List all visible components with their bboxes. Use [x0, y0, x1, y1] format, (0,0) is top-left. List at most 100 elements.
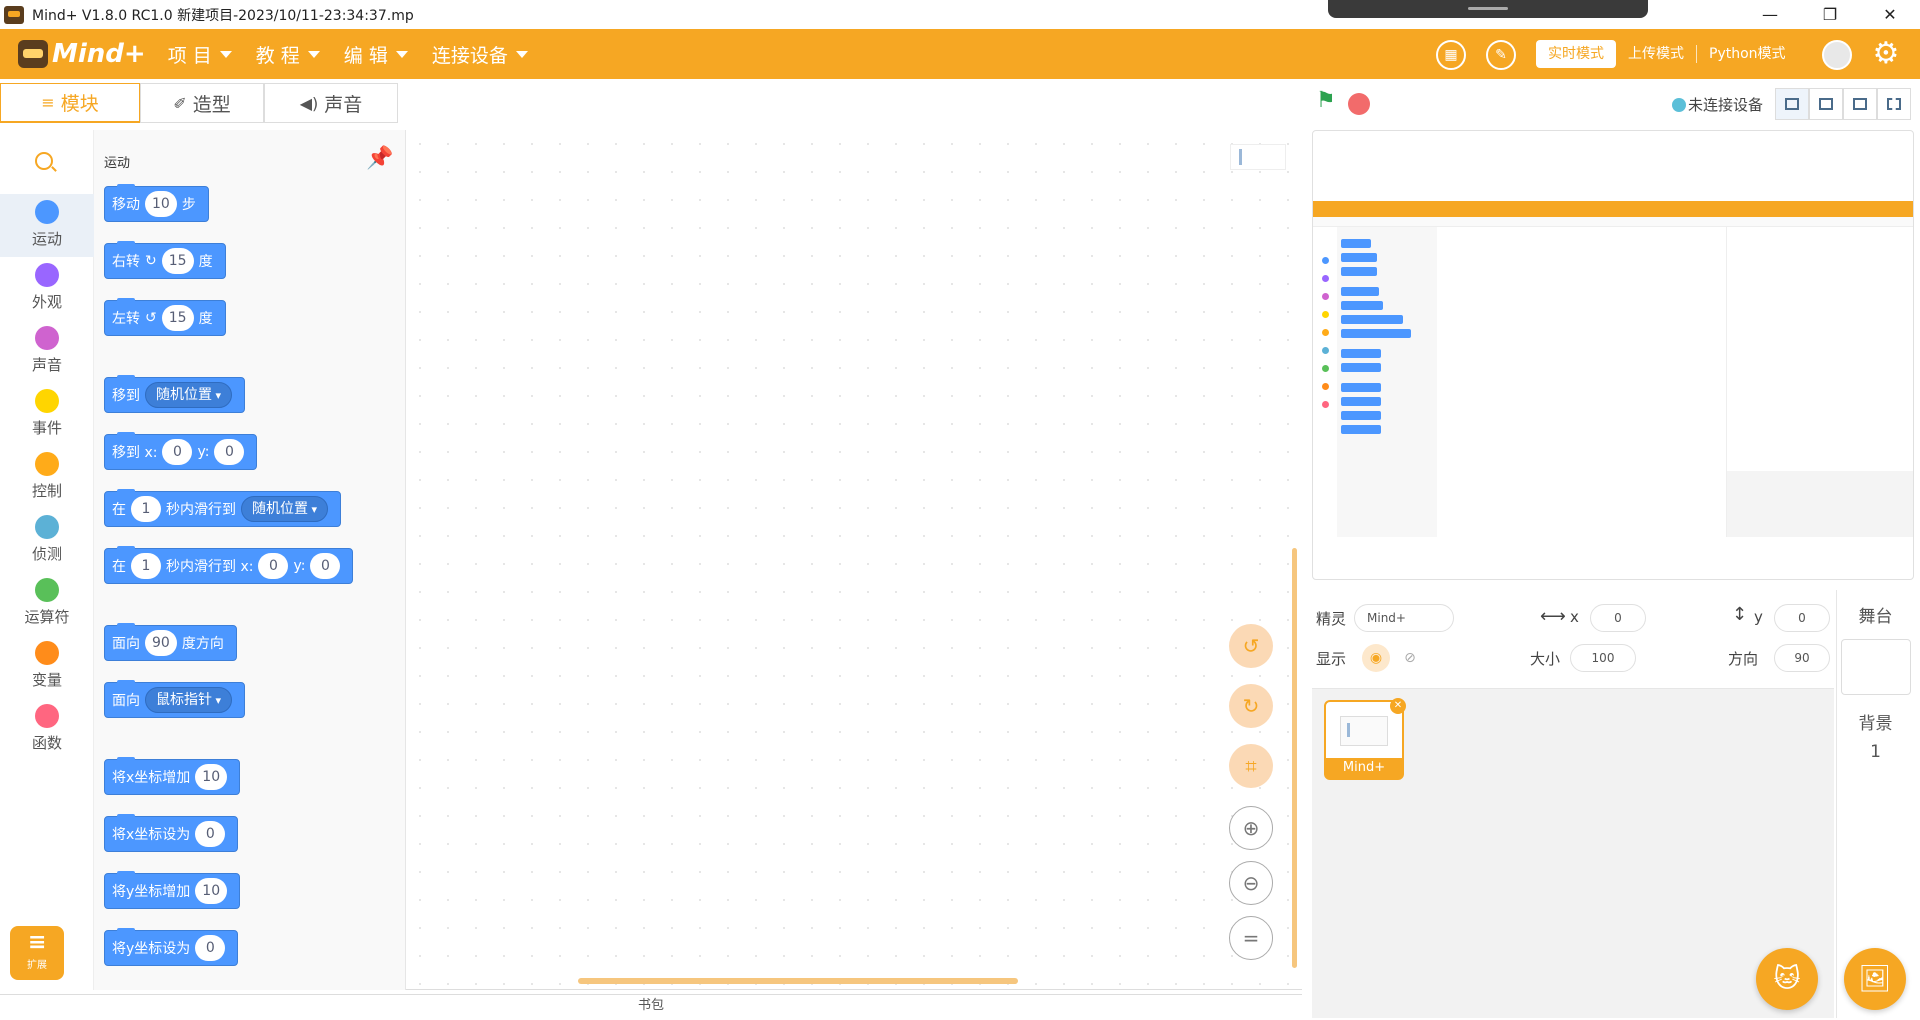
size-input[interactable]: 100	[1570, 644, 1636, 672]
gear-icon[interactable]: ⚙	[1870, 38, 1902, 70]
number-input[interactable]: 90	[145, 630, 177, 656]
mindplus-logo[interactable]: Mind+	[18, 39, 146, 69]
menu-project[interactable]: 项 目	[168, 41, 232, 68]
number-input[interactable]: 0	[162, 439, 193, 465]
category-sound[interactable]: 声音	[0, 320, 94, 383]
undo-icon[interactable]: ↺	[1229, 624, 1273, 668]
block-go-to[interactable]: 移到 随机位置	[104, 375, 246, 413]
category-functions[interactable]: 函数	[0, 698, 94, 761]
add-backdrop-icon[interactable]: 🖼	[1844, 948, 1906, 1010]
stage-canvas[interactable]	[1312, 130, 1914, 580]
close-button[interactable]: ✕	[1860, 0, 1920, 29]
number-input[interactable]: 15	[161, 305, 194, 331]
stage-thumbnail[interactable]	[1840, 639, 1911, 695]
number-input[interactable]: 10	[195, 764, 228, 790]
menu-connect-device[interactable]: 连接设备	[432, 41, 528, 68]
app-icon	[4, 5, 24, 24]
mode-realtime[interactable]: 实时模式	[1536, 40, 1616, 68]
zoom-out-icon[interactable]: ⊖	[1229, 861, 1273, 905]
number-input[interactable]: 0	[310, 553, 341, 579]
layout-hide-stage-button[interactable]	[1843, 88, 1877, 120]
feedback-icon[interactable]: ✎	[1486, 40, 1516, 70]
block-label: 秒内滑行到 x:	[166, 559, 254, 575]
number-input[interactable]: 0	[214, 439, 245, 465]
direction-input[interactable]: 90	[1774, 644, 1830, 672]
community-icon[interactable]: ▦	[1436, 40, 1466, 70]
block-turn-left[interactable]: 左转 ↺ 15 度	[104, 298, 226, 336]
number-input[interactable]: 0	[195, 935, 226, 961]
category-control[interactable]: 控制	[0, 446, 94, 509]
pin-icon[interactable]: 📌	[366, 146, 393, 171]
layout-small-stage-button[interactable]	[1809, 88, 1843, 120]
sprite-name-input[interactable]: Mind+	[1354, 604, 1454, 632]
block-go-to-xy[interactable]: 移到 x: 0 y: 0	[104, 432, 258, 470]
target-dropdown[interactable]: 随机位置	[145, 382, 233, 408]
minimize-button[interactable]: —	[1740, 0, 1800, 29]
mode-python[interactable]: Python模式	[1697, 40, 1798, 68]
block-set-x[interactable]: 将x坐标设为 0	[104, 814, 239, 852]
fullscreen-button[interactable]	[1877, 88, 1911, 120]
search-icon[interactable]	[35, 152, 53, 170]
backdrop-label: 背景	[1858, 714, 1893, 734]
menu-tutorial[interactable]: 教 程	[256, 41, 320, 68]
zoom-in-icon[interactable]: ⊕	[1229, 806, 1273, 850]
extension-button[interactable]: 扩展	[10, 926, 64, 980]
zoom-reset-icon[interactable]: =	[1229, 916, 1273, 960]
stage-content-dot	[1322, 275, 1329, 282]
mode-upload[interactable]: 上传模式	[1616, 40, 1696, 68]
connection-status[interactable]: 未连接设备	[1672, 94, 1763, 115]
menu-edit[interactable]: 编 辑	[344, 41, 408, 68]
delete-icon[interactable]: ✕	[1390, 698, 1406, 714]
block-point-towards[interactable]: 面向 鼠标指针	[104, 680, 246, 718]
category-sensing[interactable]: 侦测	[0, 509, 94, 572]
sprite-card[interactable]: ✕ Mind+	[1324, 698, 1406, 780]
y-input[interactable]: 0	[1774, 604, 1830, 632]
show-eye-icon[interactable]: ◉	[1362, 644, 1390, 672]
x-input[interactable]: 0	[1590, 604, 1646, 632]
workspace-minimap[interactable]	[1230, 144, 1286, 170]
tab-blocks[interactable]: ≡ 模块	[0, 83, 140, 123]
block-turn-right[interactable]: 右转 ↻ 15 度	[104, 241, 226, 279]
target-dropdown[interactable]: 随机位置	[241, 496, 329, 522]
category-menu: 运动 外观 声音 事件 控制 侦测 运算符 变量 函数	[0, 130, 94, 990]
number-input[interactable]: 0	[258, 553, 289, 579]
category-looks[interactable]: 外观	[0, 257, 94, 320]
tab-costumes[interactable]: ✐ 造型	[140, 83, 264, 123]
block-point-direction[interactable]: 面向 90 度方向	[104, 623, 237, 661]
category-operators[interactable]: 运算符	[0, 572, 94, 635]
number-input[interactable]: 0	[195, 821, 226, 847]
user-avatar[interactable]	[1822, 40, 1852, 70]
block-change-x[interactable]: 将x坐标增加 10	[104, 757, 241, 795]
tab-sounds[interactable]: ◀) 声音	[264, 83, 398, 123]
backpack-bar[interactable]: 书包	[0, 994, 1302, 1020]
vertical-scrollbar[interactable]	[1292, 548, 1297, 968]
number-input[interactable]: 1	[131, 553, 161, 579]
block-glide-to-xy[interactable]: 在 1 秒内滑行到 x: 0 y: 0	[104, 546, 354, 584]
hide-eye-icon[interactable]: ⊘	[1396, 644, 1424, 672]
maximize-button[interactable]: ❐	[1800, 0, 1860, 29]
target-dropdown[interactable]: 鼠标指针	[145, 687, 233, 713]
block-set-y[interactable]: 将y坐标设为 0	[104, 928, 239, 966]
category-motion[interactable]: 运动	[0, 194, 94, 257]
block-change-y[interactable]: 将y坐标增加 10	[104, 871, 241, 909]
number-input[interactable]: 1	[131, 496, 161, 522]
horizontal-scrollbar[interactable]	[578, 978, 1018, 984]
category-events[interactable]: 事件	[0, 383, 94, 446]
stop-icon[interactable]	[1348, 93, 1370, 115]
tab-label: 声音	[324, 93, 363, 116]
number-input[interactable]: 10	[195, 878, 228, 904]
script-workspace[interactable]: ↺ ↻ ⌗ ⊕ ⊖ =	[406, 130, 1302, 990]
block-glide-to[interactable]: 在 1 秒内滑行到 随机位置	[104, 489, 342, 527]
category-variables[interactable]: 变量	[0, 635, 94, 698]
block-move-steps[interactable]: 移动 10 步	[104, 184, 209, 222]
add-sprite-icon[interactable]: 🐱	[1756, 948, 1818, 1010]
layout-default-button[interactable]	[1775, 88, 1809, 120]
number-input[interactable]: 10	[145, 191, 177, 217]
number-input[interactable]: 15	[161, 248, 194, 274]
color-dot	[35, 641, 59, 665]
snap-handle[interactable]	[1328, 0, 1648, 18]
green-flag-icon[interactable]: ⚑	[1316, 90, 1338, 112]
redo-icon[interactable]: ↻	[1229, 684, 1273, 728]
crop-icon[interactable]: ⌗	[1229, 744, 1273, 788]
stage-content-block	[1341, 239, 1371, 248]
